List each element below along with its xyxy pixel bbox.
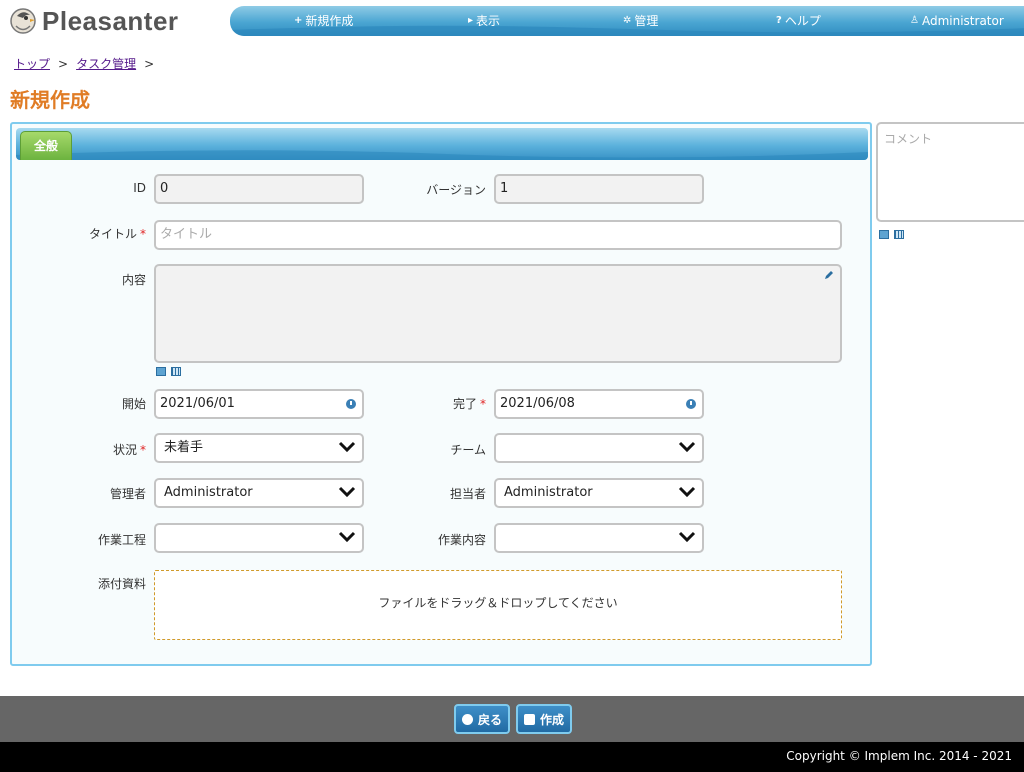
start-date-value: 2021/06/01 [160,396,235,411]
back-arrow-icon [462,713,473,725]
required-mark: * [480,397,486,411]
image-icon[interactable] [156,367,166,376]
process-select[interactable] [154,523,364,553]
main-nav: + 新規作成 ▸ 表示 ✲ 管理 ? ヘルプ ♙ Administrator [230,6,1024,36]
create-button-label: 作成 [540,712,565,727]
start-label: 開始 [121,397,146,411]
version-label: バージョン [426,183,486,197]
status-select[interactable]: 未着手 [154,433,364,463]
title-label: タイトル * [52,225,146,242]
image-icon[interactable] [879,230,889,239]
chevron-down-icon [338,486,356,498]
id-field: 0 [154,174,364,204]
title-placeholder: タイトル [160,227,213,242]
logo[interactable]: Pleasanter [8,4,179,38]
nav-user-label: Administrator [921,14,1004,28]
process-value [160,530,164,545]
triangle-right-icon: ▸ [468,15,474,26]
status-label-text: 状況 [112,443,137,457]
nav-manage[interactable]: ✲ 管理 [623,6,658,36]
version-field: 1 [494,174,704,204]
work-select[interactable] [494,523,704,553]
body-tools [156,367,181,376]
complete-label: 完了 * [406,395,486,412]
process-label: 作業工程 [97,533,146,547]
gear-icon: ✲ [623,15,632,26]
chevron-down-icon [678,486,696,498]
nav-user[interactable]: ♙ Administrator [910,6,1004,36]
header: Pleasanter + 新規作成 ▸ 表示 ✲ 管理 ? ヘルプ ♙ Admi… [0,0,1024,44]
tab-wave-decoration [16,150,868,160]
breadcrumb-task-link[interactable]: タスク管理 [76,55,136,72]
chevron-down-icon [678,531,696,543]
table-icon[interactable] [894,230,904,239]
create-button[interactable]: 作成 [516,704,573,734]
title-label-text: タイトル [88,227,137,241]
nav-help-label: ヘルプ [784,14,821,28]
complete-label-text: 完了 [452,397,477,411]
nav-new-label: 新規作成 [305,14,354,28]
nav-view-label: 表示 [476,14,501,28]
complete-date-input[interactable]: 2021/06/08 [494,389,704,419]
attachments-label: 添付資料 [97,577,146,591]
attachment-dropzone[interactable]: ファイルをドラッグ＆ドロップしてください [154,570,842,640]
breadcrumb-top-link[interactable]: トップ [14,55,50,72]
pleasanter-bird-icon [10,8,36,34]
body-label: 内容 [121,273,146,287]
complete-date-value: 2021/06/08 [500,396,575,411]
chevron-down-icon [338,531,356,543]
nav-view[interactable]: ▸ 表示 [468,6,500,36]
editor-panel: 全般 ID 0 バージョン 1 タイトル * タイトル 内容 開始 2021/06… [10,122,872,666]
action-bar: 戻る 作成 [0,696,1024,742]
team-label: チーム [450,443,486,457]
id-label: ID [133,181,146,195]
table-icon[interactable] [171,367,181,376]
help-icon: ? [776,15,782,26]
work-label: 作業内容 [437,533,486,547]
owner-label: 担当者 [449,487,486,501]
required-mark: * [140,227,146,241]
manager-value: Administrator [164,485,253,500]
comment-placeholder: コメント [884,132,933,146]
breadcrumb: トップ > タスク管理 > [14,55,154,72]
team-value [500,440,504,455]
body-textarea[interactable] [154,264,842,363]
copyright: Copyright © Implem Inc. 2014 - 2021 [0,742,1024,772]
tab-bar: 全般 [16,128,868,160]
back-button-label: 戻る [478,712,503,727]
comment-textarea[interactable]: コメント [876,122,1024,222]
status-value: 未着手 [164,440,204,455]
work-value [500,530,504,545]
logo-text: Pleasanter [42,5,179,36]
breadcrumb-separator: > [144,56,155,71]
comment-tools [879,230,904,239]
pencil-icon[interactable] [824,270,834,280]
chevron-down-icon [338,441,356,453]
breadcrumb-separator: > [58,56,69,71]
back-button[interactable]: 戻る [454,704,511,734]
nav-manage-label: 管理 [634,14,659,28]
manager-label: 管理者 [109,487,146,501]
owner-value: Administrator [504,485,593,500]
clock-icon[interactable] [686,399,696,409]
clock-icon[interactable] [346,399,356,409]
owner-select[interactable]: Administrator [494,478,704,508]
title-input[interactable]: タイトル [154,220,842,250]
page-title: 新規作成 [10,88,90,112]
user-icon: ♙ [910,15,919,26]
manager-select[interactable]: Administrator [154,478,364,508]
save-icon [524,713,535,725]
nav-new[interactable]: + 新規作成 [294,6,353,36]
required-mark: * [140,443,146,457]
plus-icon: + [294,15,303,26]
start-date-input[interactable]: 2021/06/01 [154,389,364,419]
chevron-down-icon [678,441,696,453]
tab-general[interactable]: 全般 [20,131,72,160]
nav-help[interactable]: ? ヘルプ [776,6,821,36]
status-label: 状況 * [76,441,146,458]
team-select[interactable] [494,433,704,463]
